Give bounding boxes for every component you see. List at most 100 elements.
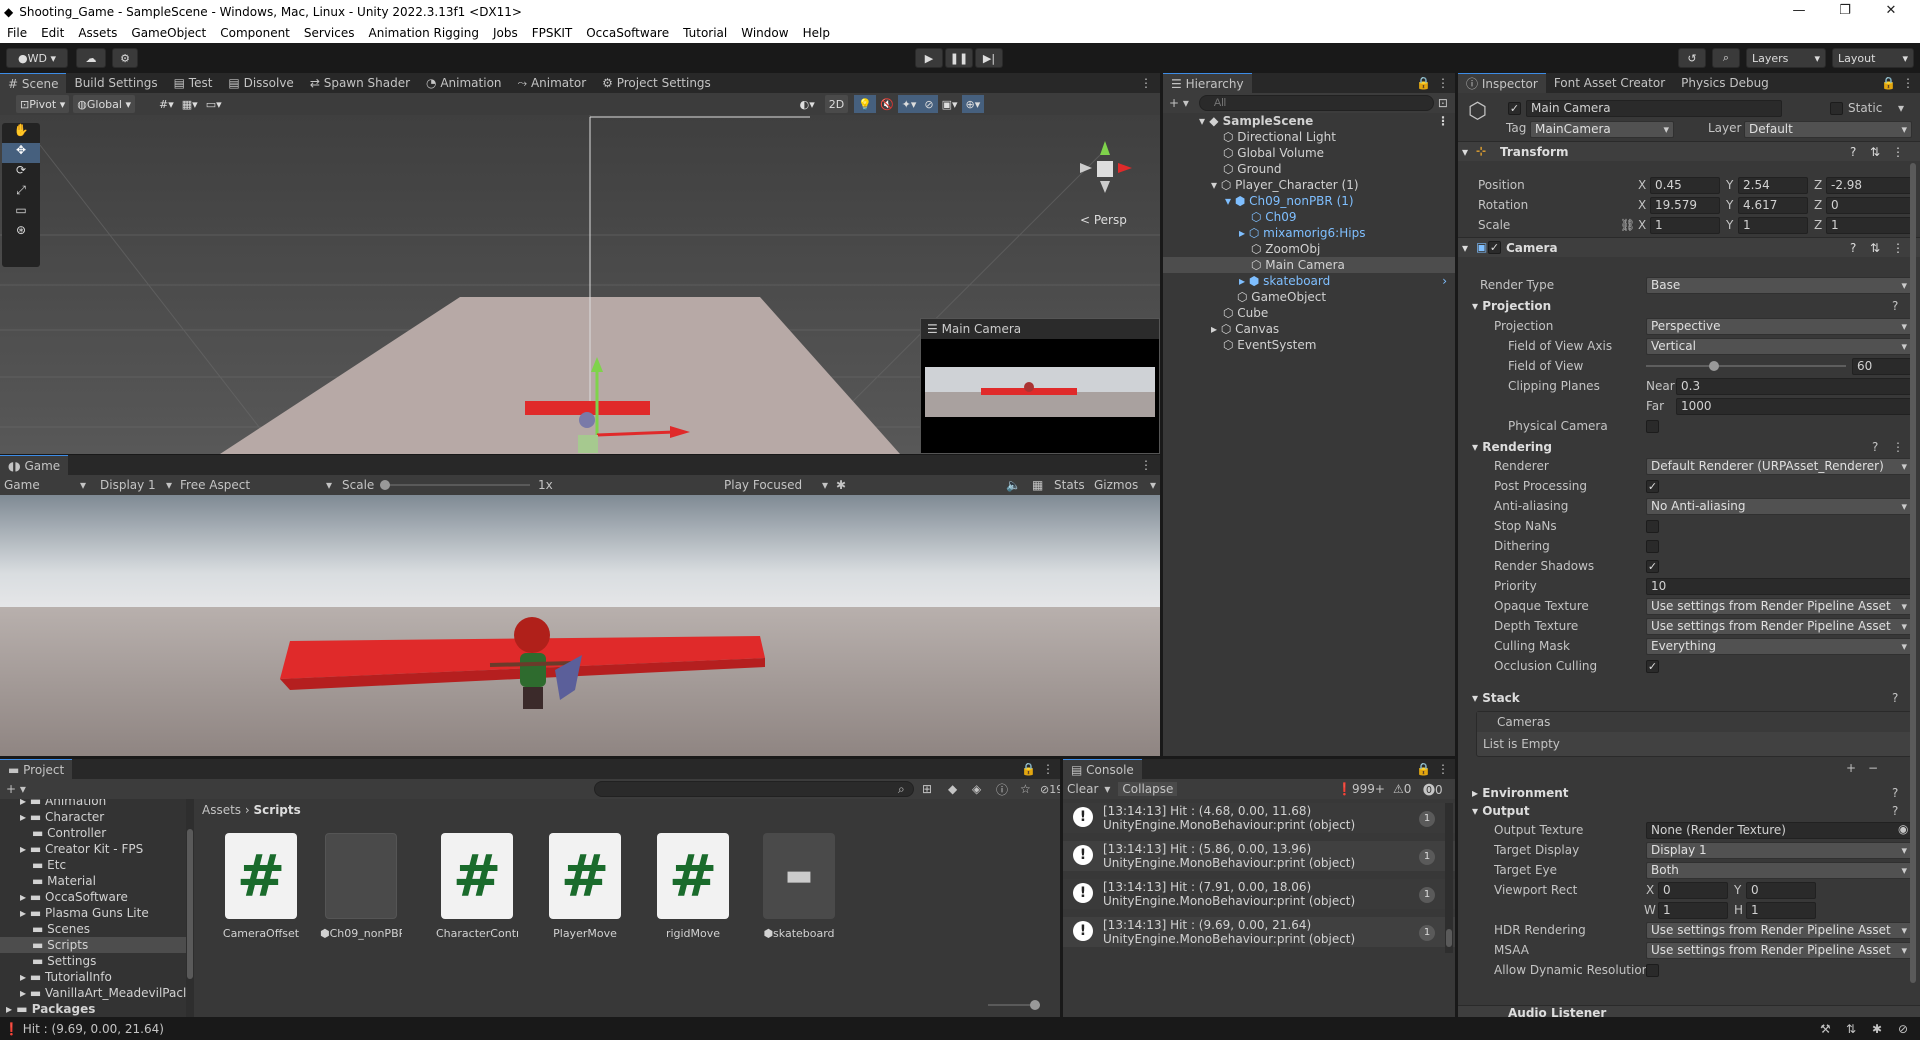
asset-ch09-nonpbr[interactable]: ⬢Ch09_nonPBR xyxy=(320,833,402,940)
menu-occasoftware[interactable]: OccaSoftware xyxy=(579,26,676,40)
expand-arrow-icon[interactable]: ▸ xyxy=(20,890,30,904)
position-z-field[interactable]: -2.98 xyxy=(1826,177,1912,194)
menu-component[interactable]: Component xyxy=(213,26,297,40)
console-entry[interactable]: ! [13:14:13] Hit : (4.68, 0.00, 11.68) Uni… xyxy=(1063,803,1455,833)
play-button[interactable]: ▶ xyxy=(915,48,943,68)
asset-charactercontrol[interactable]: #CharacterControl... xyxy=(436,833,518,940)
hidden-packages-count[interactable]: ⊘19 xyxy=(1040,783,1060,796)
folder-item-occasoftware[interactable]: ▸ ▬ OccaSoftware xyxy=(0,889,186,905)
game-mode-dropdown[interactable]: Game ▾ xyxy=(4,478,86,492)
menu-assets[interactable]: Assets xyxy=(71,26,124,40)
section-menu-icon[interactable]: ⋮ xyxy=(1892,440,1904,454)
pause-button[interactable]: ❚❚ xyxy=(945,48,973,68)
post-processing-checkbox[interactable]: ✓ xyxy=(1646,480,1659,493)
menu-help[interactable]: Help xyxy=(796,26,837,40)
cloud-button[interactable]: ☁ xyxy=(76,48,106,68)
folder-item-vanillaart[interactable]: ▸ ▬ VanillaArt_MeadevilPacl xyxy=(0,985,186,1001)
help-icon[interactable]: ? xyxy=(1850,241,1856,255)
remove-camera-button[interactable]: − xyxy=(1868,761,1878,775)
gizmos-dropdown[interactable]: Gizmos ▾ xyxy=(1094,478,1156,492)
expand-arrow-icon[interactable]: ▸ xyxy=(20,810,30,824)
component-menu-icon[interactable]: ⋮ xyxy=(1892,241,1904,255)
viewport-y-field[interactable]: 0 xyxy=(1746,882,1816,899)
panel-menu-icon[interactable]: ⋮ xyxy=(1042,762,1054,776)
target-display-dropdown[interactable]: Display 1 xyxy=(1646,842,1912,859)
grid-snap-button[interactable]: # ▾ xyxy=(155,95,178,113)
hdr-rendering-dropdown[interactable]: Use settings from Render Pipeline Asset xyxy=(1646,922,1912,939)
transform-tool-icon[interactable]: ⊛ xyxy=(2,223,40,243)
stats-button[interactable]: Stats xyxy=(1054,478,1085,492)
help-icon[interactable]: ? xyxy=(1892,804,1898,818)
layer-dropdown[interactable]: Default xyxy=(1744,121,1912,138)
expand-arrow-icon[interactable]: ▸ xyxy=(20,986,30,1000)
clear-options-dropdown[interactable]: ▾ xyxy=(1104,782,1110,796)
camera-header[interactable]: ▾ ▣ ✓ Camera ? ⇅ ⋮ xyxy=(1458,237,1920,257)
rendering-header[interactable]: ▾ Rendering xyxy=(1472,440,1552,454)
render-type-dropdown[interactable]: Base xyxy=(1646,277,1912,294)
create-dropdown[interactable]: + ▾ xyxy=(6,782,26,796)
play-focused-dropdown[interactable]: Play Focused ▾ xyxy=(724,478,828,492)
hierarchy-item-ch09[interactable]: ⬡ Ch09 xyxy=(1163,209,1455,225)
anti-aliasing-dropdown[interactable]: No Anti-aliasing xyxy=(1646,498,1912,515)
layout-dropdown[interactable]: Layout ▾ xyxy=(1832,48,1914,68)
output-texture-field[interactable]: None (Render Texture) xyxy=(1646,822,1912,839)
filter-tag-icon[interactable]: ◈ xyxy=(972,782,981,796)
effects-toggle[interactable]: ✦ ▾ xyxy=(897,95,921,113)
expand-arrow-icon[interactable]: ▸ xyxy=(20,799,30,808)
debug-mode-icon[interactable]: ✱ xyxy=(1872,1018,1882,1040)
close-button[interactable]: ✕ xyxy=(1868,0,1914,23)
fov-axis-dropdown[interactable]: Vertical xyxy=(1646,338,1912,355)
panel-menu-icon[interactable]: ⋮ xyxy=(1140,458,1152,472)
expand-arrow-icon[interactable]: ▸ xyxy=(6,1002,16,1016)
component-menu-icon[interactable]: ⋮ xyxy=(1892,145,1904,159)
dynamic-resolution-checkbox[interactable] xyxy=(1646,964,1659,977)
collapse-arrow-icon[interactable]: ▾ xyxy=(1462,145,1468,159)
gizmos-button[interactable]: ⊕ ▾ xyxy=(961,95,985,113)
folder-item-controller[interactable]: ▬ Controller xyxy=(0,825,186,841)
maximize-button[interactable]: ❐ xyxy=(1822,0,1868,23)
console-entry[interactable]: ! [13:14:13] Hit : (5.86, 0.00, 13.96) Uni… xyxy=(1063,841,1455,871)
asset-skateboard[interactable]: ▬ ⬢skateboard xyxy=(758,833,840,940)
status-text[interactable]: Hit : (9.69, 0.00, 21.64) xyxy=(23,1022,164,1036)
depth-texture-dropdown[interactable]: Use settings from Render Pipeline Asset xyxy=(1646,618,1912,635)
collapse-button[interactable]: Collapse xyxy=(1118,782,1178,796)
hierarchy-search-input[interactable] xyxy=(1198,95,1434,111)
panel-menu-icon[interactable]: ⋮ xyxy=(1902,76,1914,90)
inspector-scrollbar[interactable] xyxy=(1910,163,1916,983)
link-icon[interactable]: ⛓ xyxy=(1620,218,1635,232)
snap-settings-button[interactable]: ▭ ▾ xyxy=(202,95,226,113)
snap-increment-button[interactable]: ▦ ▾ xyxy=(178,95,202,113)
hierarchy-item-ground[interactable]: ⬡ Ground xyxy=(1163,161,1455,177)
menu-window[interactable]: Window xyxy=(734,26,795,40)
fov-slider-thumb[interactable] xyxy=(1709,361,1719,371)
expand-arrow-icon[interactable]: ▸ xyxy=(1211,322,1221,336)
help-icon[interactable]: ? xyxy=(1892,299,1898,313)
tab-dissolve[interactable]: ▤ Dissolve xyxy=(220,73,301,93)
game-viewport[interactable] xyxy=(0,495,1160,756)
info-icon[interactable]: ⓘ xyxy=(996,781,1008,798)
hierarchy-item-skateboard[interactable]: ▸ ⬢ skateboard › xyxy=(1163,273,1455,289)
preset-icon[interactable]: ⇅ xyxy=(1870,145,1880,159)
stack-header[interactable]: ▾ Stack xyxy=(1472,691,1520,705)
scale-x-field[interactable]: 1 xyxy=(1650,217,1720,234)
tab-project-settings[interactable]: ⚙ Project Settings xyxy=(594,73,719,93)
audio-toggle[interactable]: 🔇 xyxy=(876,95,898,113)
open-prefab-arrow-icon[interactable]: › xyxy=(1442,273,1447,289)
viewport-w-field[interactable]: 1 xyxy=(1658,902,1728,919)
hierarchy-item-global-volume[interactable]: ⬡ Global Volume xyxy=(1163,145,1455,161)
help-icon[interactable]: ? xyxy=(1872,440,1878,454)
console-entry[interactable]: ! [13:14:13] Hit : (9.69, 0.00, 21.64) Uni… xyxy=(1063,917,1455,947)
stop-nans-checkbox[interactable] xyxy=(1646,520,1659,533)
folder-item-scripts[interactable]: ▬ Scripts xyxy=(0,937,186,953)
help-icon[interactable]: ? xyxy=(1892,786,1898,800)
hierarchy-item-eventsystem[interactable]: ⬡ EventSystem xyxy=(1163,337,1455,353)
menu-file[interactable]: File xyxy=(0,26,34,40)
asset-rigidmove[interactable]: # rigidMove xyxy=(652,833,734,940)
occlusion-culling-checkbox[interactable]: ✓ xyxy=(1646,660,1659,673)
folder-item-creator-kit[interactable]: ▸ ▬ Creator Kit - FPS xyxy=(0,841,186,857)
expand-arrow-icon[interactable]: ▸ xyxy=(20,906,30,920)
camera-settings-button[interactable]: ▣ ▾ xyxy=(938,95,962,113)
opaque-texture-dropdown[interactable]: Use settings from Render Pipeline Asset xyxy=(1646,598,1912,615)
clear-button[interactable]: Clear xyxy=(1067,782,1098,796)
asset-playermove[interactable]: # PlayerMove xyxy=(544,833,626,940)
